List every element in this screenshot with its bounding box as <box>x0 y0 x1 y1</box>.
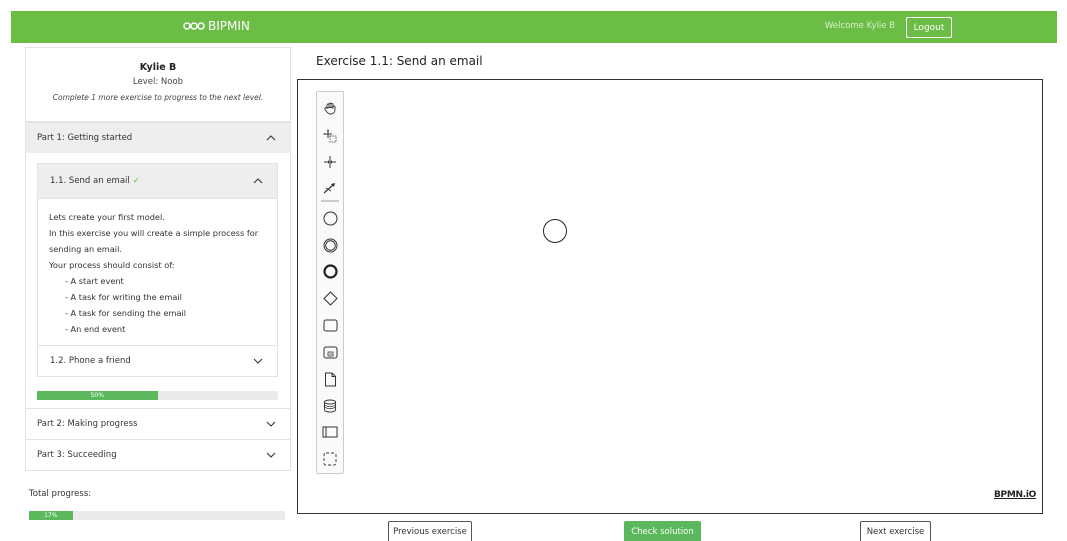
exercise-list: 1.1. Send an email ✓ Lets create your fir… <box>37 163 278 377</box>
previous-exercise-button[interactable]: Previous exercise <box>388 521 472 541</box>
part-3-header[interactable]: Part 3: Succeeding <box>26 439 290 470</box>
task-icon[interactable] <box>321 316 339 334</box>
start-event-icon[interactable] <box>321 209 339 227</box>
requirement-item: - A start event <box>65 276 124 286</box>
chevron-down-icon <box>266 421 276 427</box>
chevron-down-icon <box>253 358 263 364</box>
next-exercise-button[interactable]: Next exercise <box>860 521 931 541</box>
user-name: Kylie B <box>139 62 177 73</box>
logout-button[interactable]: Logout <box>906 17 952 38</box>
bpmn-canvas[interactable]: BPMN.iO <box>297 79 1043 514</box>
part-1-body: 1.1. Send an email ✓ Lets create your fir… <box>26 153 290 408</box>
part-1-progress-bar: 50% <box>37 391 278 400</box>
exercise-title: Exercise 1.1: Send an email <box>316 54 483 68</box>
total-progress-bar: 17% <box>29 511 285 520</box>
group-icon[interactable] <box>321 450 339 468</box>
description-line: In this exercise you will create a simpl… <box>49 228 259 254</box>
exercise-1-2-label: 1.2. Phone a friend <box>50 356 131 366</box>
chevron-up-icon <box>266 135 276 141</box>
user-hint: Complete 1 more exercise to progress to … <box>52 93 264 102</box>
requirement-item: - A task for writing the email <box>65 292 182 302</box>
user-level: Level: Noob <box>132 77 184 87</box>
part-2-header[interactable]: Part 2: Making progress <box>26 408 290 439</box>
pool-icon[interactable] <box>321 423 339 441</box>
start-event-shape[interactable] <box>543 219 567 243</box>
requirement-item: - A task for sending the email <box>65 308 187 318</box>
chevron-down-icon <box>266 452 276 458</box>
part-3-label: Part 3: Succeeding <box>37 450 117 460</box>
part-2-label: Part 2: Making progress <box>37 419 138 429</box>
gateway-icon[interactable] <box>321 289 339 307</box>
subprocess-icon[interactable] <box>321 343 339 361</box>
space-tool-icon[interactable] <box>321 153 339 171</box>
description-line: Lets create your first model. <box>49 212 165 222</box>
top-bar: BIPMIN Welcome Kylie B Logout <box>11 11 1057 43</box>
global-connect-tool-icon[interactable] <box>321 179 339 197</box>
chevron-up-icon <box>253 178 263 184</box>
description-line: Your process should consist of: <box>49 260 175 270</box>
total-progress-label: Total progress: <box>29 489 92 499</box>
total-progress-fill: 17% <box>29 511 73 520</box>
exercise-1-2-header[interactable]: 1.2. Phone a friend <box>38 346 277 376</box>
intermediate-event-icon[interactable] <box>321 236 339 254</box>
data-store-icon[interactable] <box>321 397 339 415</box>
checkmark-icon: ✓ <box>132 176 140 186</box>
part-1-header[interactable]: Part 1: Getting started <box>26 122 290 153</box>
bpmn-io-watermark[interactable]: BPMN.iO <box>994 490 1036 500</box>
welcome-text: Welcome Kylie B <box>825 21 896 31</box>
requirement-item: - An end event <box>65 324 126 334</box>
user-card: Kylie B Level: Noob Complete 1 more exer… <box>25 47 291 122</box>
hand-tool-icon[interactable] <box>321 99 339 117</box>
brand-name: BIPMIN <box>208 19 250 33</box>
exercise-1-1-label: 1.1. Send an email <box>50 176 130 186</box>
brand[interactable]: BIPMIN <box>183 19 250 33</box>
part-1-progress-fill: 50% <box>37 391 158 400</box>
bipmin-logo-icon <box>183 22 205 30</box>
tool-palette <box>316 91 344 474</box>
part-1-label: Part 1: Getting started <box>37 133 133 143</box>
exercise-1-1-description: Lets create your first model. In this ex… <box>38 199 277 346</box>
parts-accordion: Part 1: Getting started 1.1. Send an ema… <box>25 122 291 471</box>
lasso-tool-icon[interactable] <box>321 127 339 145</box>
data-object-icon[interactable] <box>321 370 339 388</box>
palette-separator <box>321 200 339 202</box>
check-solution-button[interactable]: Check solution <box>624 521 701 541</box>
end-event-icon[interactable] <box>321 262 339 280</box>
exercise-1-1-header[interactable]: 1.1. Send an email ✓ <box>38 164 277 199</box>
